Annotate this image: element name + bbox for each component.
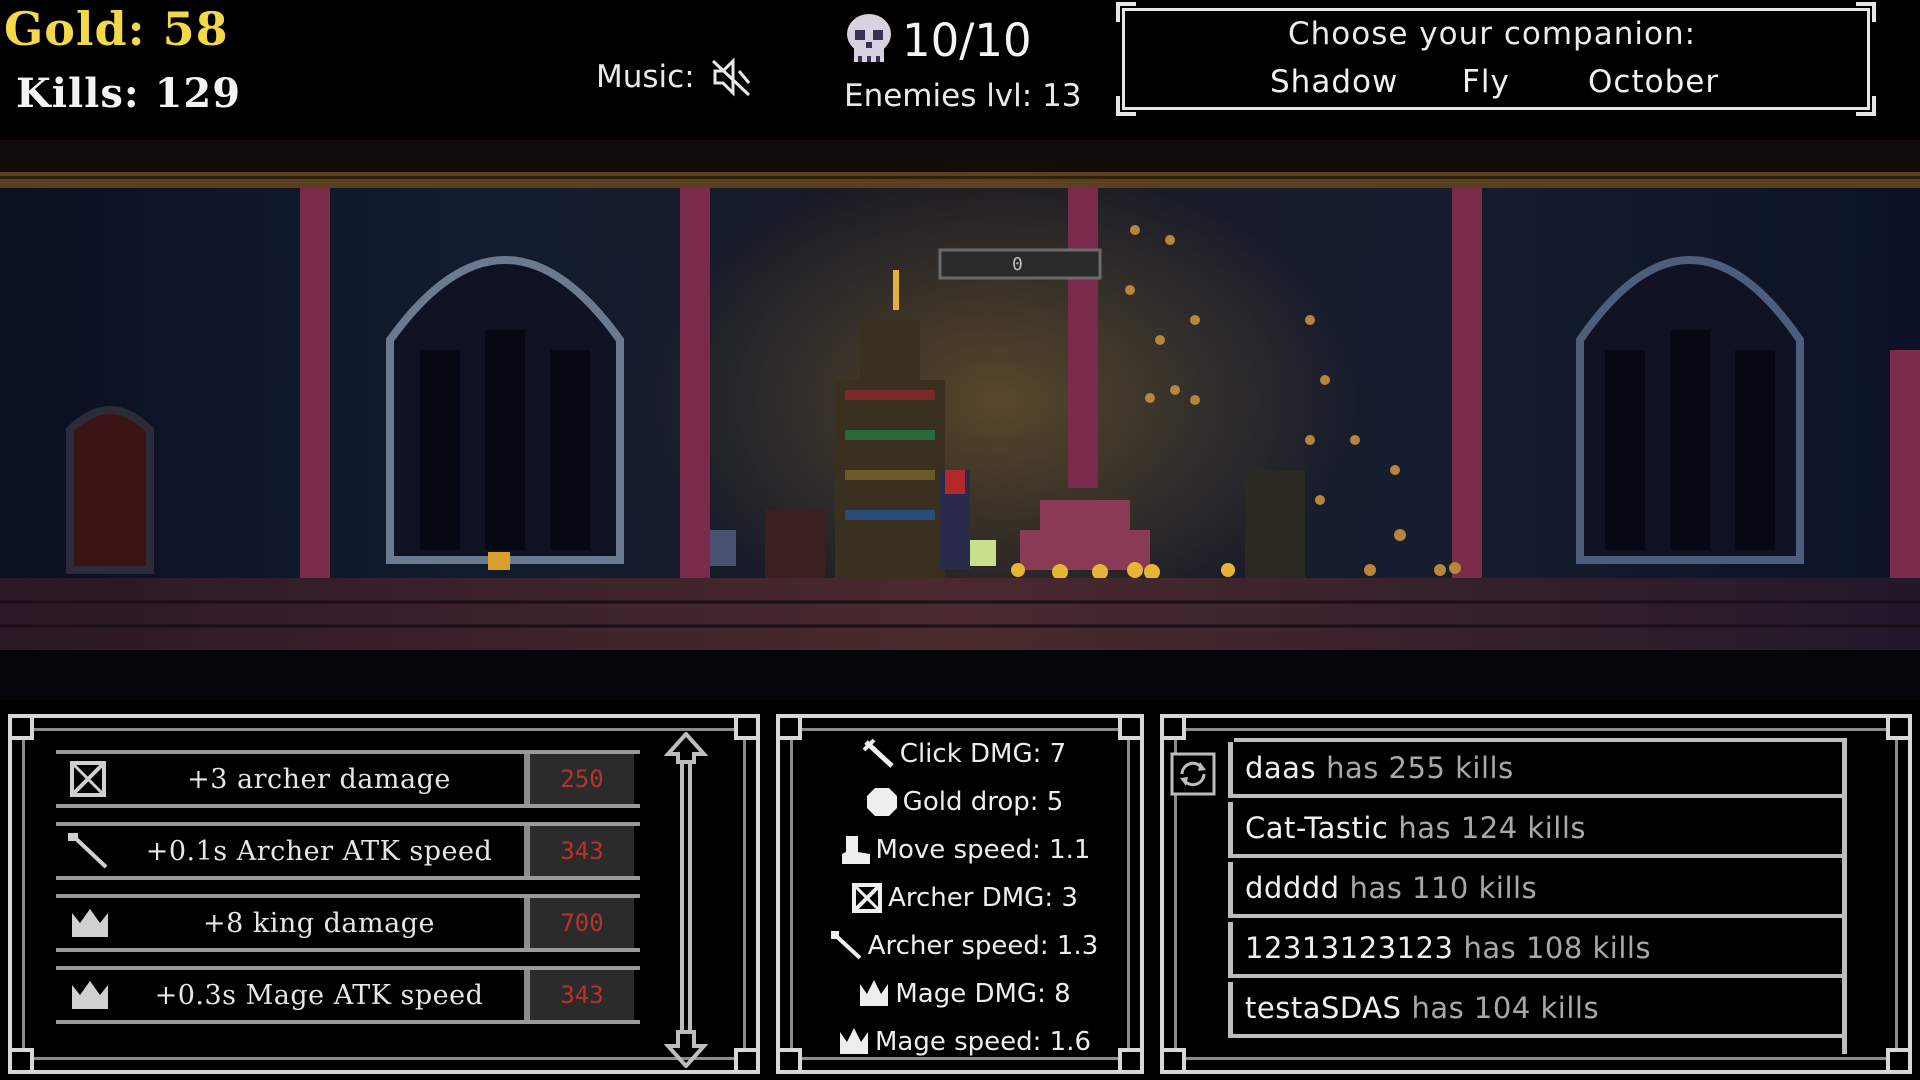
stat-archer-dmg: Archer DMG: 3 <box>776 882 1152 914</box>
upgrade-cost: 343 <box>524 970 634 1020</box>
stat-mage-speed: Mage speed: 1.6 <box>776 1026 1152 1058</box>
leaderboard-entry: testaSDAS has 104 kills <box>1228 982 1842 1038</box>
upgrades-scrollbar[interactable] <box>664 732 708 1068</box>
companion-option-october[interactable]: October <box>1588 64 1719 100</box>
player-kills: has 255 kills <box>1326 751 1514 785</box>
player-kills: has 108 kills <box>1463 931 1652 965</box>
stat-text: Mage speed: 1.6 <box>874 1027 1092 1057</box>
kills-counter: Kills: 129 <box>16 70 242 117</box>
frame-corner <box>734 1048 760 1074</box>
frame-corner <box>1160 714 1186 740</box>
leaderboard-entry: ddddd has 110 kills <box>1228 862 1842 918</box>
game-scene[interactable]: 0 <box>0 140 1920 700</box>
player-kills: has 124 kills <box>1398 811 1586 845</box>
player-kills: has 104 kills <box>1411 991 1600 1025</box>
upgrade-label: +3 archer damage <box>187 763 451 795</box>
stat-text: Mage DMG: 8 <box>895 979 1071 1009</box>
music-label: Music: <box>596 59 695 95</box>
torch-counter: 0 <box>1012 254 1023 275</box>
frame-corner <box>1886 1048 1912 1074</box>
companion-option-fly[interactable]: Fly <box>1462 64 1510 100</box>
leaderboard-right-rule <box>1842 738 1847 1054</box>
player-name: daas <box>1245 751 1317 785</box>
crossed-bow-icon <box>70 761 106 797</box>
upgrade-label: +8 king damage <box>203 907 435 939</box>
player-kills: has 110 kills <box>1349 871 1538 905</box>
stat-move-speed: Move speed: 1.1 <box>776 834 1152 866</box>
companion-title: Choose your companion: <box>1287 16 1697 52</box>
upgrade-row[interactable]: +3 archer damage 250 <box>56 750 640 808</box>
crossed-bow-icon <box>852 883 883 913</box>
frame-corner <box>776 714 802 740</box>
upgrade-cost: 343 <box>524 826 634 876</box>
speaker-muted-icon[interactable] <box>709 55 753 99</box>
upgrade-label: +0.3s Mage ATK speed <box>154 979 484 1011</box>
frame-corner <box>1118 714 1144 740</box>
crown-icon <box>72 981 108 1009</box>
arrow-icon <box>68 833 108 869</box>
refresh-icon[interactable] <box>1170 752 1216 796</box>
upgrade-row[interactable]: +8 king damage 700 <box>56 894 640 952</box>
sword-icon <box>862 738 894 768</box>
castle-background <box>0 140 1920 700</box>
crown-icon <box>72 909 108 937</box>
enemy-count: 10/10 <box>902 14 1032 67</box>
frame-corner <box>1160 1048 1186 1074</box>
leaderboard-entry: 12313123123 has 108 kills <box>1228 922 1842 978</box>
player-name: testaSDAS <box>1245 991 1402 1025</box>
frame-corner <box>1886 714 1912 740</box>
stat-gold-drop: Gold drop: 5 <box>776 786 1152 818</box>
gold-counter: Gold: 58 <box>4 2 229 56</box>
player-name: ddddd <box>1245 871 1340 905</box>
skull-icon <box>847 14 891 62</box>
stat-text: Archer speed: 1.3 <box>867 931 1099 961</box>
boot-icon <box>841 836 870 864</box>
gothic-window-right <box>1576 256 1804 564</box>
crown-icon <box>860 980 889 1006</box>
arrow-icon <box>830 931 862 960</box>
frame-corner <box>1116 96 1136 116</box>
frame-corner <box>8 714 34 740</box>
stat-text: Move speed: 1.1 <box>875 835 1091 865</box>
stat-text: Archer DMG: 3 <box>888 883 1078 913</box>
gothic-window-left <box>386 256 624 564</box>
leaderboard-entry: daas has 255 kills <box>1228 742 1842 798</box>
player-name: Cat-Tastic <box>1245 811 1389 845</box>
upgrade-cost: 700 <box>524 898 634 948</box>
upgrade-label: +0.1s Archer ATK speed <box>145 835 493 867</box>
leaderboard-entry: Cat-Tastic has 124 kills <box>1228 802 1842 858</box>
stat-archer-speed: Archer speed: 1.3 <box>776 930 1152 962</box>
frame-corner <box>734 714 760 740</box>
upgrade-row[interactable]: +0.1s Archer ATK speed 343 <box>56 822 640 880</box>
upgrade-cost: 250 <box>524 754 634 804</box>
companion-option-shadow[interactable]: Shadow <box>1270 64 1398 100</box>
crown-icon <box>839 1028 868 1054</box>
music-toggle[interactable]: Music: <box>596 55 753 99</box>
enemy-level: Enemies lvl: 13 <box>844 78 1082 114</box>
frame-corner <box>8 1048 34 1074</box>
companion-chooser: Choose your companion: Shadow Fly Octobe… <box>1116 2 1876 116</box>
frame-corner <box>1856 96 1876 116</box>
upgrade-row[interactable]: +0.3s Mage ATK speed 343 <box>56 966 640 1024</box>
stat-text: Click DMG: 7 <box>899 739 1067 769</box>
player-name: 12313123123 <box>1245 931 1454 965</box>
stat-click-dmg: Click DMG: 7 <box>776 738 1152 770</box>
stat-mage-dmg: Mage DMG: 8 <box>776 978 1152 1010</box>
coin-icon <box>866 788 897 816</box>
stat-text: Gold drop: 5 <box>902 787 1064 817</box>
